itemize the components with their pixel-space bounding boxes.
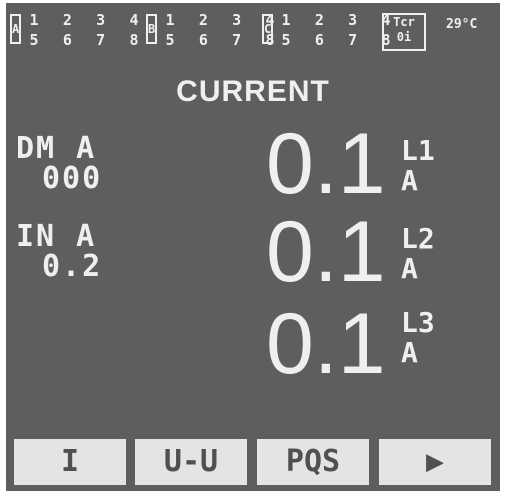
phase-l2-current-value: 0.1	[266, 204, 386, 300]
softkey-power[interactable]: PQS	[257, 439, 369, 485]
channel-digit: 3	[96, 11, 106, 29]
channel-digit: 2	[314, 11, 324, 29]
channel-digit: 8	[129, 31, 139, 49]
phase-l2-unit: A	[401, 252, 418, 285]
channel-digit: 1	[165, 11, 175, 29]
channel-digit: 7	[232, 31, 242, 49]
channel-digit: 6	[198, 31, 208, 49]
softkey-current[interactable]: I	[14, 439, 126, 485]
channel-digit: 7	[348, 31, 358, 49]
phase-l1-current-value: 0.1	[266, 116, 386, 212]
softkey-voltage[interactable]: U-U	[135, 439, 247, 485]
channel-digit: 6	[62, 31, 72, 49]
channel-digit: 1	[29, 11, 39, 29]
tcr-label: Tcr	[393, 15, 415, 29]
channel-digit: 5	[165, 31, 175, 49]
channel-digit: 6	[314, 31, 324, 49]
neutral-current-value: 0.2	[42, 249, 103, 284]
channel-digit: 4	[129, 11, 139, 29]
page-title: CURRENT	[176, 75, 330, 108]
phase-l3-current-value: 0.1	[266, 296, 386, 392]
group-letter-c: C	[262, 14, 273, 44]
demand-current-value: 000	[42, 161, 103, 196]
phase-l3-label: L3	[401, 306, 435, 339]
softkey-next[interactable]: ▶	[379, 439, 491, 485]
meter-display: A 1 2 3 4 5 6 7 8 B 1 2 3 4 5 6 7 8 C 1 …	[6, 3, 500, 491]
phase-l2-label: L2	[401, 222, 435, 255]
tcr-indicator: Tcr 0i	[382, 13, 426, 51]
channel-digit: 5	[29, 31, 39, 49]
group-letter-a: A	[10, 14, 21, 44]
channel-digit: 2	[198, 11, 208, 29]
channel-digit: 3	[348, 11, 358, 29]
channel-digit: 5	[281, 31, 291, 49]
phase-l1-label: L1	[401, 134, 435, 167]
tcr-value: 0i	[396, 30, 412, 44]
channel-digit: 7	[96, 31, 106, 49]
channel-digit: 1	[281, 11, 291, 29]
group-letter-b: B	[146, 14, 157, 44]
phase-l3-unit: A	[401, 336, 418, 369]
phase-l1-unit: A	[401, 164, 418, 197]
channel-digit: 3	[232, 11, 242, 29]
temperature-readout: 29°C	[446, 17, 478, 32]
channel-digit: 2	[62, 11, 72, 29]
softkey-bar: I U-U PQS ▶	[6, 439, 500, 491]
